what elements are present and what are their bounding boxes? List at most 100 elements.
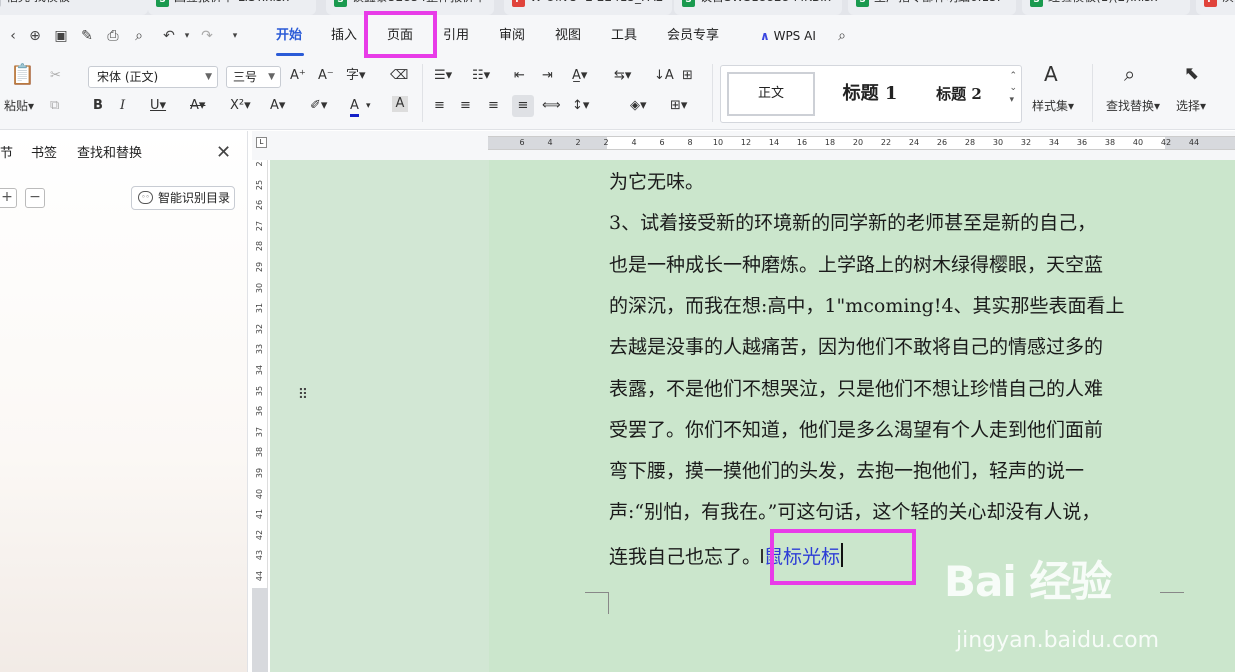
tab-references[interactable]: 引用 [443,28,469,44]
close-icon[interactable]: ✕ [216,143,231,163]
print-preview-icon[interactable]: ⌕ [130,27,148,45]
file-tab[interactable]: S 议首SWS18828-MKB.x [674,0,842,15]
underline-icon[interactable]: U▾ [150,98,166,114]
tab-member[interactable]: 会员专享 [667,28,719,44]
find-icon[interactable]: ⌕ [1124,64,1135,84]
bullets-icon[interactable]: ☰▾ [434,68,452,84]
tab-review[interactable]: 审阅 [499,28,525,44]
font-size-select[interactable]: 三号 ▼ [226,66,281,88]
file-tab[interactable]: S 经验模板(1)(2).xlsx [1022,0,1190,15]
style-set-icon[interactable]: A [1044,64,1058,84]
chevron-left-icon[interactable]: ‹ [4,27,22,45]
clear-format-icon[interactable]: ⌫ [390,68,408,84]
show-marks-icon[interactable]: ⊞ [682,68,693,84]
paragraph-line[interactable]: 表露，不是他们不想哭泣，只是他们不想让珍惜自己的人难 [609,378,1103,400]
italic-icon[interactable]: I [120,98,125,114]
redo-icon[interactable]: ↷ [198,27,216,45]
new-document-icon[interactable]: ⊕ [26,27,44,45]
paragraph-line[interactable]: 也是一种成长一种磨炼。上学路上的树木绿得樱眼，天空蓝 [609,254,1103,276]
tab-bookmarks[interactable]: 书签 [31,146,57,162]
select-button[interactable]: 选择▾ [1176,98,1206,114]
distribute-icon[interactable]: ⟺ [542,98,561,114]
horizontal-ruler[interactable]: 6 4 2 2 4 6 8 10 12 14 16 18 20 22 24 26 28 30 32 34 36 38 40 4… [488,136,1235,150]
text-effect-icon[interactable]: A▾ [270,98,285,114]
char-shading-icon[interactable]: A [392,96,408,112]
wps-ai-button[interactable]: ∧ WPS AI [760,28,816,44]
remove-button[interactable]: − [25,188,45,208]
last-line-text: 连我自己也忘了。 [609,545,762,568]
file-tab[interactable]: 稻壳 找模板 [0,0,148,15]
style-set-button[interactable]: 样式集▾ [1032,98,1074,114]
format-painter-icon[interactable]: ✎ [78,27,96,45]
style-heading-1[interactable]: 标题 1 [825,72,915,116]
tab-insert[interactable]: 插入 [331,28,357,44]
style-heading-2[interactable]: 标题 2 [919,72,999,116]
grow-font-icon[interactable]: A⁺ [290,68,306,84]
paragraph-line[interactable]: 的深沉，而我在想:高中，1"mcoming!4、其实那些表面看上 [609,295,1125,317]
style-normal[interactable]: 正文 [727,72,815,116]
cut-icon[interactable]: ✂ [50,68,61,84]
numbering-icon[interactable]: ☷▾ [472,68,490,84]
paragraph-line[interactable]: 受罢了。你们不知道，他们是多么渴望有个人走到他们面前 [609,419,1103,441]
paragraph-line-last[interactable]: 连我自己也忘了。 鼠标光标 [609,542,844,568]
tab-view[interactable]: 视图 [555,28,581,44]
paste-button[interactable]: 粘贴▾ [4,98,34,114]
align-left-icon[interactable]: ≡ [434,98,445,114]
ruler-tick-label: 18 [824,138,836,147]
ruler-tick-label: 24 [908,138,920,147]
ruler-toggle-icon[interactable]: L [256,137,267,148]
line-spacing-icon[interactable]: ↕▾ [572,98,589,114]
align-right-icon[interactable]: ≡ [488,98,499,114]
sort-icon[interactable]: ↓A [654,68,674,84]
ribbon-separator [1092,64,1093,122]
file-tab[interactable]: S 镁鑫泰52854整体报价单 [326,0,494,15]
style-set-label: 样式集 [1032,99,1069,113]
text-direction-icon[interactable]: ⇆▾ [614,68,631,84]
tab-find-replace[interactable]: 查找和替换 [77,146,142,162]
file-tab[interactable]: P W Olive--E-22415_PA2 [504,0,672,15]
undo-icon[interactable]: ↶ [160,27,178,45]
paragraph-line[interactable]: 3、试着接受新的环境新的同学新的老师甚至是新的自己， [609,212,1096,234]
tab-sections[interactable]: 节 [0,146,13,162]
justify-icon[interactable]: ≡ [512,95,534,117]
bold-icon[interactable]: B [93,98,103,114]
styles-scroll-icon[interactable]: ⌃ ⌄ ▾ [1009,70,1017,106]
print-icon[interactable]: ⎙ [104,27,122,45]
superscript-icon[interactable]: X²▾ [230,98,251,114]
font-name-select[interactable]: 宋体 (正文) ▼ [88,66,218,88]
tab-home[interactable]: 开始 [276,28,302,44]
phonetic-guide-icon[interactable]: 字▾ [346,68,366,84]
align-center-icon[interactable]: ≡ [460,98,471,114]
tab-tools[interactable]: 工具 [611,28,637,44]
paragraph-line[interactable]: 声:“别怕，有我在。”可这句话，这个轻的关心却没有人说， [609,501,1100,523]
borders-icon[interactable]: ⊞▾ [670,98,687,114]
increase-indent-icon[interactable]: ⇥ [542,68,553,84]
search-icon[interactable]: ⌕ [833,27,851,45]
shrink-font-icon[interactable]: A⁻ [318,68,334,84]
save-icon[interactable]: ▣ [52,27,70,45]
tab-page[interactable]: 页面 [387,28,413,44]
paragraph-line[interactable]: 去越是没事的人越痛苦，因为他们不敢将自己的情感过多的 [609,336,1103,358]
highlight-icon[interactable]: ✐▾ [310,98,327,114]
drag-handle-icon[interactable]: ⠿ [294,387,310,403]
file-tab[interactable]: P演 [1196,0,1235,15]
find-replace-button[interactable]: 查找替换▾ [1106,98,1160,114]
smart-toc-button[interactable]: ◦◦ 智能识别目录 [131,186,235,210]
paragraph-line[interactable]: 为它无味。 [609,171,704,193]
chevron-down-icon[interactable]: ▾ [366,98,371,114]
strikethrough-icon[interactable]: A▾ [190,98,205,114]
decrease-indent-icon[interactable]: ⇤ [514,68,525,84]
paragraph-line[interactable]: 弯下腰，摸一摸他们的头发，去抱一抱他们，轻声的说一 [609,460,1084,482]
add-button[interactable]: + [0,188,17,208]
copy-icon[interactable]: ⧉ [50,98,59,114]
paste-icon[interactable]: 📋 [10,64,35,84]
chevron-down-icon[interactable]: ▾ [178,27,196,45]
shading-icon[interactable]: ◈▾ [630,98,647,114]
file-tab[interactable]: S 生产指令部件明细6.15. [848,0,1016,15]
more-chevron-icon[interactable]: ▾ [226,27,244,45]
font-color-icon[interactable]: A [350,98,359,117]
select-arrow-icon[interactable]: ⬉ [1184,65,1199,83]
find-replace-label: 查找替换 [1106,99,1155,113]
chinese-layout-icon[interactable]: A̲▾ [572,68,587,84]
file-tab[interactable]: S 回签报价单 LIST.xlsx [148,0,316,15]
